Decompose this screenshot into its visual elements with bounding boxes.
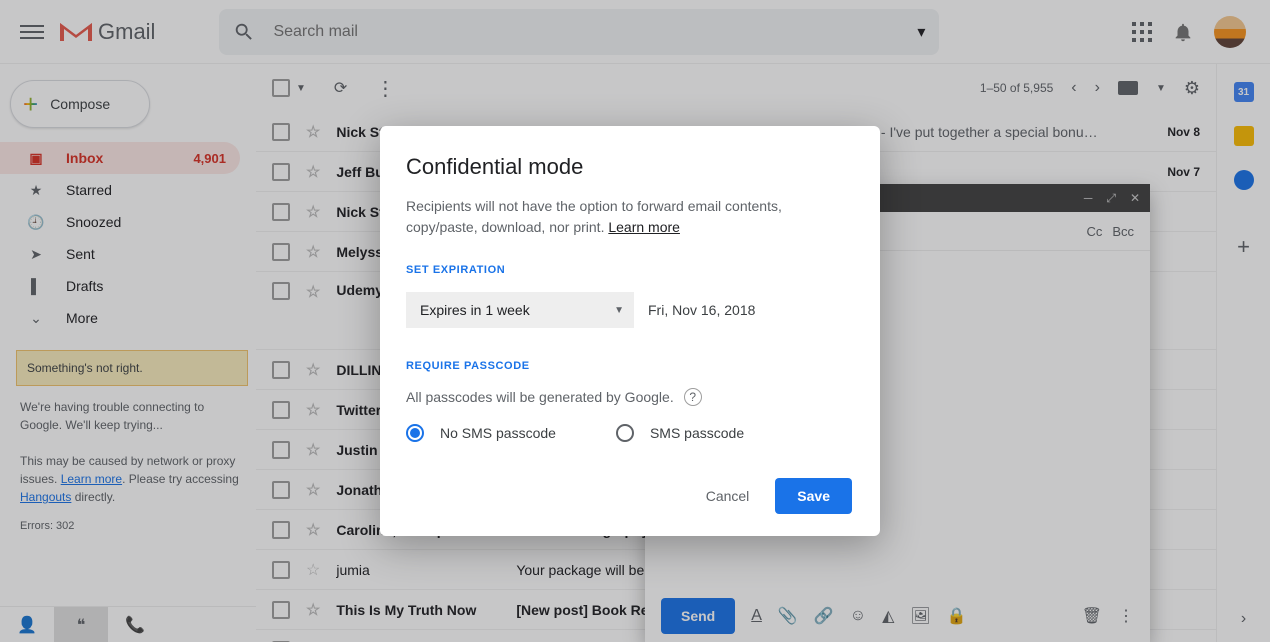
- confidential-mode-dialog: Confidential mode Recipients will not ha…: [380, 126, 880, 536]
- radio-label: SMS passcode: [650, 425, 744, 441]
- learn-more-link[interactable]: Learn more: [608, 219, 680, 235]
- cancel-button[interactable]: Cancel: [690, 478, 766, 514]
- chevron-down-icon: ▼: [614, 305, 624, 316]
- radio-label: No SMS passcode: [440, 425, 556, 441]
- modal-title: Confidential mode: [406, 154, 852, 180]
- radio-icon: [406, 424, 424, 442]
- expiration-value: Expires in 1 week: [420, 302, 530, 318]
- passcode-note: All passcodes will be generated by Googl…: [406, 388, 852, 406]
- modal-description: Recipients will not have the option to f…: [406, 196, 852, 238]
- expiration-select[interactable]: Expires in 1 week ▼: [406, 292, 634, 328]
- save-button[interactable]: Save: [775, 478, 852, 514]
- radio-icon: [616, 424, 634, 442]
- help-icon[interactable]: ?: [684, 388, 702, 406]
- set-expiration-label: SET EXPIRATION: [406, 264, 852, 276]
- radio-no-sms[interactable]: No SMS passcode: [406, 424, 556, 442]
- radio-sms[interactable]: SMS passcode: [616, 424, 744, 442]
- require-passcode-label: REQUIRE PASSCODE: [406, 360, 852, 372]
- expiration-date: Fri, Nov 16, 2018: [648, 302, 755, 318]
